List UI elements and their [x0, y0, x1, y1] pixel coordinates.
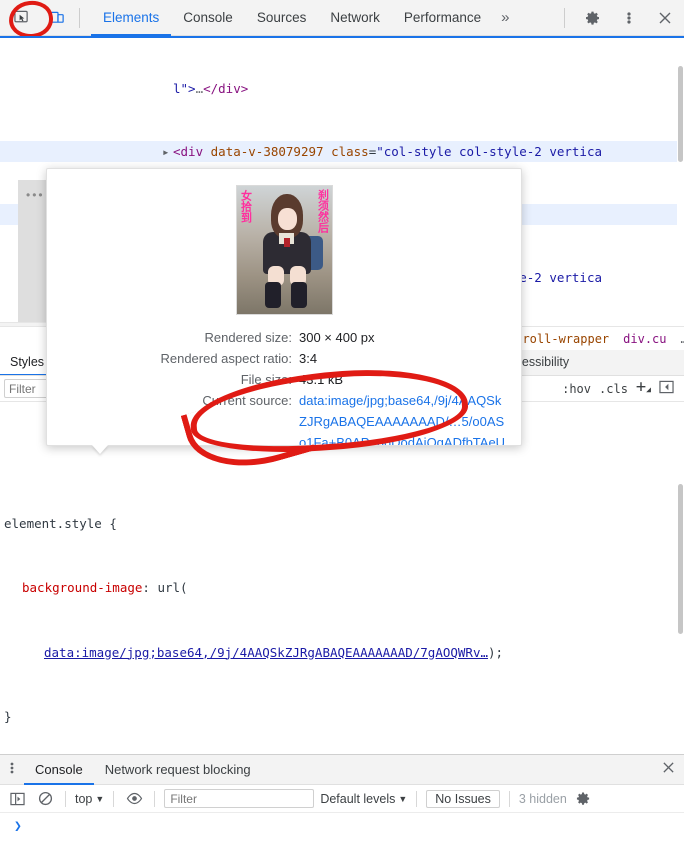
drawer-menu-icon[interactable]: [0, 761, 24, 778]
more-tabs-button[interactable]: »: [493, 9, 517, 26]
console-toolbar-divider-2: [113, 790, 115, 807]
tab-console[interactable]: Console: [171, 0, 245, 36]
gear-icon[interactable]: [573, 789, 595, 809]
hidden-messages-count[interactable]: 3 hidden: [519, 792, 567, 806]
breadcrumb-item-div[interactable]: div.cu: [623, 332, 666, 346]
tooltip-value-source-link[interactable]: data:image/jpg;base64,/9j/4AAQSkZJRgABAQ…: [299, 390, 507, 445]
css-selector[interactable]: element.style {: [0, 513, 684, 535]
toolbar-divider-2: [564, 7, 565, 28]
gear-icon[interactable]: [578, 4, 608, 32]
thumbnail-face-shape: [277, 208, 297, 230]
dom-tree-scrollbar[interactable]: [677, 40, 684, 322]
tooltip-row-file-size: File size: 43.1 kB: [47, 369, 521, 390]
css-value-suffix: );: [488, 644, 504, 660]
tooltip-info-table: Rendered size: 300 × 400 px Rendered asp…: [47, 327, 521, 445]
console-log-levels-selector[interactable]: Default levels ▼: [320, 792, 407, 806]
css-property[interactable]: background-image: [22, 580, 142, 595]
toggle-element-sidebar-icon[interactable]: [659, 380, 674, 397]
thumbnail-sock-left-shape: [264, 282, 281, 308]
tooltip-value: 43.1 kB: [299, 372, 344, 387]
panel-active-underline: [0, 36, 684, 38]
chevron-down-icon: ▼: [95, 793, 105, 804]
thumbnail-title-left: 女拾到: [239, 190, 253, 223]
hov-toggle[interactable]: :hov: [562, 382, 591, 396]
devtools-main-toolbar: Elements Console Sources Network Perform…: [0, 0, 684, 36]
cls-toggle[interactable]: .cls: [599, 382, 628, 396]
console-toolbar-divider-3: [154, 790, 156, 807]
tab-elements[interactable]: Elements: [91, 0, 171, 36]
tooltip-label: Rendered aspect ratio:: [160, 351, 292, 366]
issues-button[interactable]: No Issues: [426, 789, 500, 808]
data-uri-link[interactable]: data:image/jpg;base64,/9j/4AAQSkZJRgABAQ…: [44, 645, 488, 660]
breadcrumb-overflow[interactable]: …: [681, 332, 684, 346]
inspect-element-icon[interactable]: [6, 4, 36, 32]
console-toolbar-divider-5: [508, 790, 510, 807]
plus-icon[interactable]: +◢: [636, 379, 651, 396]
console-context-label: top: [75, 791, 93, 806]
breadcrumb-item-scroll-wrapper[interactable]: scroll-wrapper: [508, 332, 609, 346]
dom-line-selected[interactable]: ▸ <div data-v-38079297 class="col-style c…: [0, 141, 684, 162]
image-preview-tooltip: 女拾到 刹须然后 Rendered size: 300 × 400 px Ren…: [46, 168, 522, 446]
css-value-prefix: url(: [157, 580, 188, 595]
console-toolbar: top ▼ Default levels ▼ No Issues 3 hidde…: [0, 785, 684, 813]
kebab-menu-icon[interactable]: [614, 4, 644, 32]
tooltip-label: Current source:: [202, 393, 292, 408]
tab-performance[interactable]: Performance: [392, 0, 493, 36]
tooltip-label: File size:: [240, 372, 292, 387]
css-declaration[interactable]: background-image: url(: [0, 577, 684, 599]
css-pane-scrollbar[interactable]: [677, 404, 684, 752]
dom-line[interactable]: l">…</div>: [162, 78, 684, 99]
chevron-down-icon: ▼: [398, 793, 408, 804]
toolbar-divider: [79, 7, 80, 28]
panel-tabs: Elements Console Sources Network Perform…: [91, 0, 518, 36]
css-rule-close: }: [4, 709, 12, 724]
show-console-sidebar-icon[interactable]: [6, 789, 28, 809]
console-drawer: Console Network request blocking top ▼ F…: [0, 754, 684, 848]
tooltip-arrow: [92, 445, 108, 454]
console-context-selector[interactable]: top ▼: [75, 792, 104, 806]
tab-sources[interactable]: Sources: [245, 0, 319, 36]
drawer-close-icon[interactable]: [653, 761, 684, 778]
console-input-prompt[interactable]: ❯: [0, 813, 684, 834]
tab-network[interactable]: Network: [318, 0, 392, 36]
thumbnail-sock-right-shape: [290, 282, 307, 308]
image-thumbnail: 女拾到 刹须然后: [235, 185, 333, 315]
toolbar-right-actions: [557, 4, 684, 32]
thumbnail-tie-shape: [283, 238, 290, 247]
tooltip-row-aspect-ratio: Rendered aspect ratio: 3:4: [47, 348, 521, 369]
console-toolbar-divider-4: [416, 790, 418, 807]
tooltip-label: Rendered size:: [204, 330, 292, 345]
styles-filter-actions: :hov .cls +◢: [562, 379, 680, 397]
tooltip-value: 300 × 400 px: [299, 330, 375, 345]
drawer-tab-console[interactable]: Console: [24, 755, 94, 785]
drawer-tab-network-request-blocking[interactable]: Network request blocking: [94, 755, 262, 785]
tooltip-value: 3:4: [299, 351, 318, 366]
device-toolbar-icon[interactable]: [42, 4, 72, 32]
css-rules-pane[interactable]: element.style { background-image: url( d…: [0, 402, 684, 754]
stub-dots-icon: •••: [26, 188, 45, 202]
thumbnail-title-right: 刹须然后: [316, 189, 330, 233]
css-declaration-url[interactable]: data:image/jpg;base64,/9j/4AAQSkZJRgABAQ…: [0, 642, 684, 664]
tooltip-thumbnail-wrap: 女拾到 刹须然后: [47, 169, 521, 315]
css-rule-element-style[interactable]: element.style { background-image: url( d…: [0, 467, 684, 755]
devtools-window: Elements Console Sources Network Perform…: [0, 0, 684, 848]
console-toolbar-divider: [65, 790, 66, 807]
drawer-tab-bar: Console Network request blocking: [0, 755, 684, 785]
clear-console-icon[interactable]: [34, 789, 56, 809]
console-filter-input[interactable]: [164, 789, 315, 808]
console-levels-label: Default levels: [320, 791, 396, 806]
tooltip-row-rendered-size: Rendered size: 300 × 400 px: [47, 327, 521, 348]
tooltip-row-current-source: Current source: data:image/jpg;base64,/9…: [47, 390, 521, 445]
close-icon[interactable]: [650, 4, 680, 32]
live-expression-icon[interactable]: [123, 789, 145, 809]
